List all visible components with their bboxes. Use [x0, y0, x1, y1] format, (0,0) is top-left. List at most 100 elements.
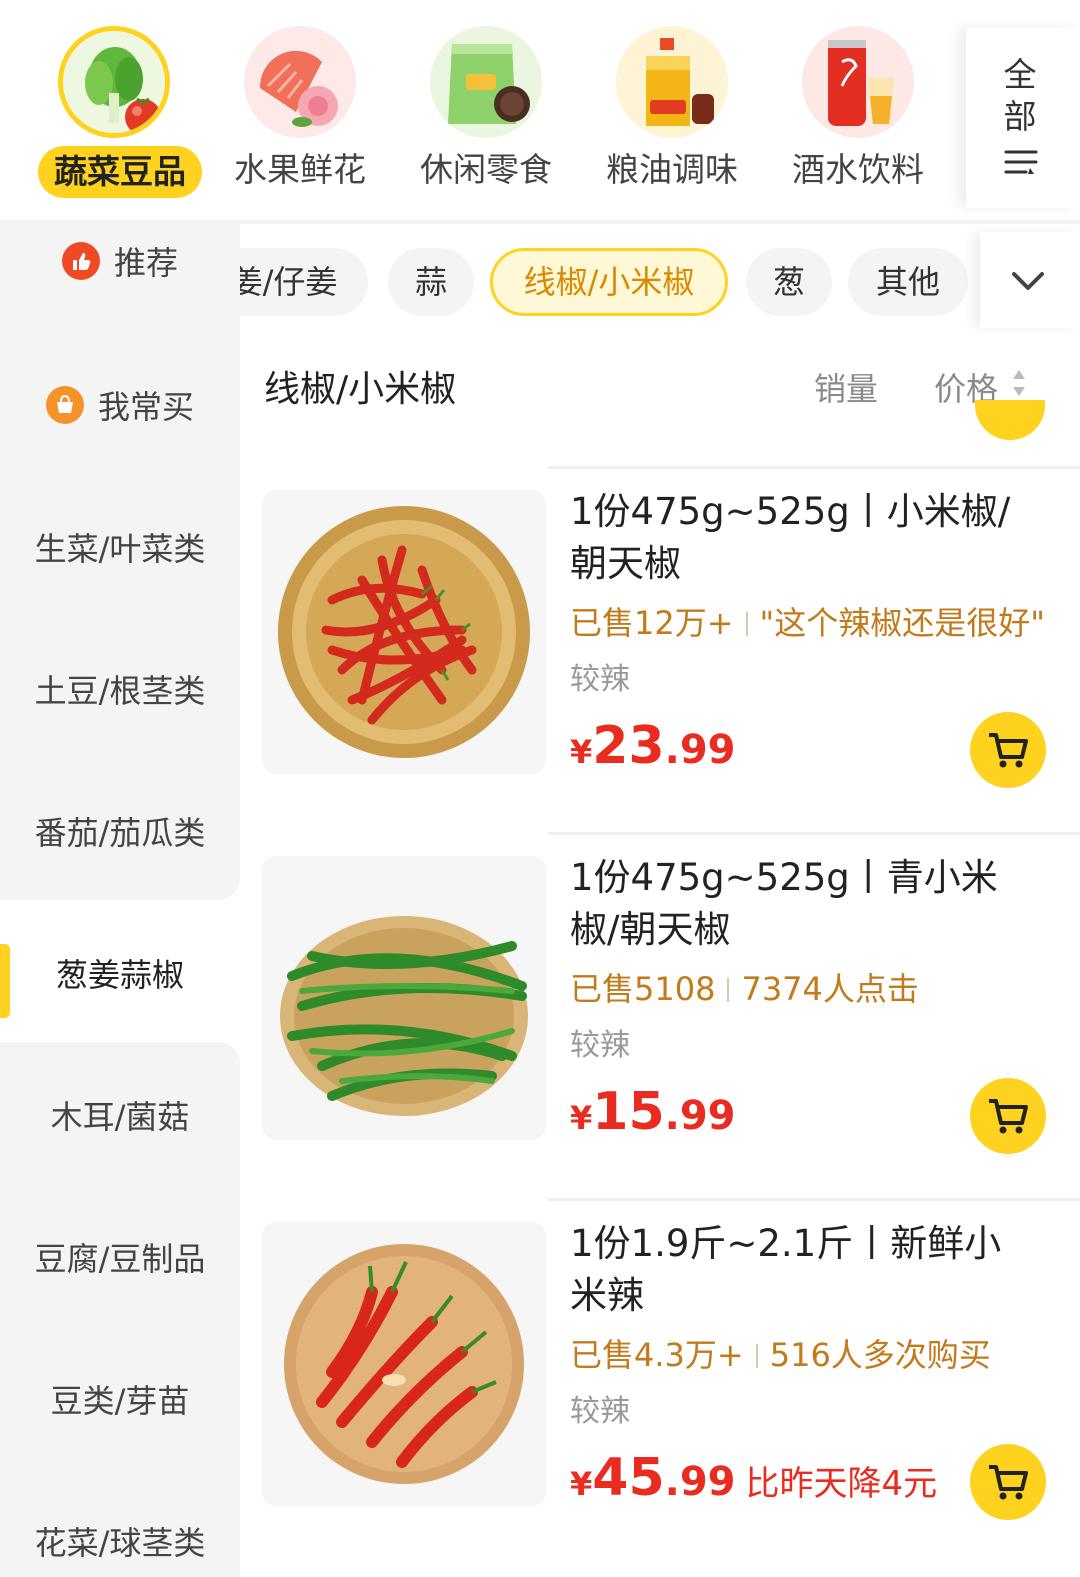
- sold-count: 已售4.3万+: [570, 1336, 744, 1374]
- vegetable-icon: [58, 26, 170, 138]
- sidebar-item-root[interactable]: 土豆/根茎类: [0, 618, 240, 760]
- sidebar-item-leafy[interactable]: 生菜/叶菜类: [0, 476, 240, 618]
- product-image-green-chili[interactable]: [262, 856, 546, 1140]
- card-divider: [548, 832, 1080, 835]
- currency-symbol: ¥: [570, 1465, 593, 1503]
- card-divider: [548, 466, 1080, 469]
- cart-icon: [989, 1099, 1028, 1134]
- sidebar-item-label: 番茄/茄瓜类: [34, 814, 206, 852]
- product-card[interactable]: 1份475g~525g丨青小米椒/朝天椒 已售5108 7374人点击 较辣 ¥1…: [262, 832, 1080, 1198]
- snack-icon: [430, 26, 542, 138]
- category-vegetables[interactable]: 蔬菜豆品: [24, 22, 204, 202]
- basket-icon: [45, 386, 84, 424]
- category-label: 水果鲜花: [234, 150, 366, 189]
- spice-level: 较辣: [570, 1394, 630, 1429]
- sidebar-item-label: 推荐: [113, 244, 178, 282]
- category-snacks[interactable]: 休闲零食: [396, 22, 576, 202]
- category-label: 粮油调味: [606, 150, 738, 189]
- product-sales-info: 已售5108 7374人点击: [570, 964, 1080, 1010]
- category-label: 休闲零食: [420, 150, 552, 189]
- sidebar-item-cauliflower[interactable]: 花菜/球茎类: [0, 1470, 240, 1577]
- currency-symbol: ¥: [570, 1099, 593, 1137]
- product-price: ¥45.99 比昨天降4元: [570, 1448, 937, 1508]
- add-to-cart-button[interactable]: [970, 1078, 1046, 1154]
- sidebar-item-label: 豆腐/豆制品: [34, 1240, 206, 1278]
- product-name[interactable]: 1份1.9斤~2.1斤丨新鲜小米辣: [570, 1218, 1030, 1322]
- cart-button-partial[interactable]: [975, 400, 1045, 440]
- category-bar: 蔬菜豆品 水果鲜花 休闲零食 粮油调味 酒水饮料 全 部: [0, 0, 1080, 222]
- product-sales-info: 已售12万+ "这个辣椒还是很好": [570, 598, 1080, 644]
- all-label-line1: 全: [1003, 55, 1037, 94]
- product-card[interactable]: 1份475g~525g丨小米椒/朝天椒 已售12万+ "这个辣椒还是很好" 较辣 …: [262, 466, 1080, 832]
- tab-other[interactable]: 其他: [848, 248, 968, 316]
- sort-by-sales[interactable]: 销量: [814, 364, 878, 410]
- expand-tabs-button[interactable]: [980, 232, 1080, 328]
- list-filter-icon: [1004, 150, 1038, 174]
- tab-scallion[interactable]: 葱: [746, 248, 832, 316]
- subcategory-tabs: 姜/仔姜 蒜 线椒/小米椒 葱 其他: [240, 232, 980, 328]
- active-indicator: [0, 944, 10, 1018]
- price-decimal: .99: [664, 1459, 736, 1505]
- spice-level: 较辣: [570, 1028, 630, 1063]
- price-drop-note: 比昨天降4元: [745, 1464, 938, 1504]
- sidebar-item-tomato[interactable]: 番茄/茄瓜类: [0, 760, 240, 902]
- sold-count: 已售12万+: [570, 604, 734, 642]
- product-image-red-chili[interactable]: [262, 490, 546, 774]
- price-decimal: .99: [664, 727, 736, 773]
- sidebar-item-label: 土豆/根茎类: [34, 672, 206, 710]
- price-integer: 23: [592, 716, 665, 776]
- sidebar-item-frequent[interactable]: 我常买: [0, 334, 240, 476]
- all-label-line2: 部: [1003, 97, 1037, 136]
- thumbs-up-icon: [61, 242, 100, 280]
- tab-ginger[interactable]: 姜/仔姜: [240, 248, 368, 316]
- sidebar-item-label: 我常买: [97, 388, 194, 426]
- sidebar-item-label: 生菜/叶菜类: [34, 530, 206, 568]
- category-fruit-flowers[interactable]: 水果鲜花: [210, 22, 390, 202]
- add-to-cart-button[interactable]: [970, 712, 1046, 788]
- currency-symbol: ¥: [570, 733, 593, 771]
- product-sales-info: 已售4.3万+ 516人多次购买: [570, 1330, 1080, 1376]
- all-categories-button[interactable]: 全 部: [966, 28, 1080, 208]
- product-name[interactable]: 1份475g~525g丨小米椒/朝天椒: [570, 486, 1030, 590]
- sidebar-item-beans[interactable]: 豆类/芽苗: [0, 1328, 240, 1470]
- price-decimal: .99: [664, 1093, 736, 1139]
- sidebar-item-label: 花菜/球茎类: [34, 1524, 206, 1562]
- product-price: ¥15.99: [570, 1082, 736, 1142]
- separator: [727, 978, 730, 1002]
- price-integer: 45: [592, 1448, 665, 1508]
- product-card[interactable]: 1份1.9斤~2.1斤丨新鲜小米辣 已售4.3万+ 516人多次购买 较辣 ¥45…: [262, 1198, 1080, 1564]
- sidebar-item-tofu[interactable]: 豆腐/豆制品: [0, 1186, 240, 1328]
- product-highlight: 516人多次购买: [769, 1336, 991, 1374]
- sidebar-item-mushroom[interactable]: 木耳/菌菇: [0, 1044, 240, 1186]
- all-categories-label: 全 部: [1000, 54, 1040, 138]
- chevron-down-icon: [1012, 272, 1044, 290]
- product-highlight: "这个辣椒还是很好": [759, 604, 1045, 642]
- product-name[interactable]: 1份475g~525g丨青小米椒/朝天椒: [570, 852, 1030, 956]
- sidebar-item-label: 葱姜蒜椒: [55, 956, 184, 994]
- list-title: 线椒/小米椒: [264, 369, 457, 410]
- oil-seasoning-icon: [616, 26, 728, 138]
- sold-count: 已售5108: [570, 970, 716, 1008]
- sidebar-item-label: 豆类/芽苗: [50, 1382, 190, 1420]
- product-highlight: 7374人点击: [741, 970, 919, 1008]
- category-drinks[interactable]: 酒水饮料: [768, 22, 948, 202]
- card-divider: [548, 1198, 1080, 1201]
- separator: [755, 1344, 758, 1368]
- sort-arrows-icon: [1013, 370, 1025, 396]
- sidebar: 推荐 我常买 生菜/叶菜类 土豆/根茎类 番茄/茄瓜类 葱姜蒜椒 木耳/菌菇 豆…: [0, 224, 240, 1577]
- category-label: 酒水饮料: [792, 150, 924, 189]
- separator: [745, 612, 748, 636]
- category-grain-oil[interactable]: 粮油调味: [582, 22, 762, 202]
- tab-chili[interactable]: 线椒/小米椒: [490, 248, 728, 316]
- cart-icon: [989, 1465, 1028, 1500]
- product-price: ¥23.99: [570, 716, 736, 776]
- price-integer: 15: [592, 1082, 665, 1142]
- sidebar-item-recommend[interactable]: 推荐: [0, 190, 240, 332]
- fruit-flower-icon: [244, 26, 356, 138]
- product-image-fresh-chili[interactable]: [262, 1222, 546, 1506]
- add-to-cart-button[interactable]: [970, 1444, 1046, 1520]
- sidebar-item-label: 木耳/菌菇: [50, 1098, 190, 1136]
- sidebar-item-onion-ginger[interactable]: 葱姜蒜椒: [0, 902, 240, 1044]
- drink-icon: [802, 26, 914, 138]
- tab-garlic[interactable]: 蒜: [388, 248, 474, 316]
